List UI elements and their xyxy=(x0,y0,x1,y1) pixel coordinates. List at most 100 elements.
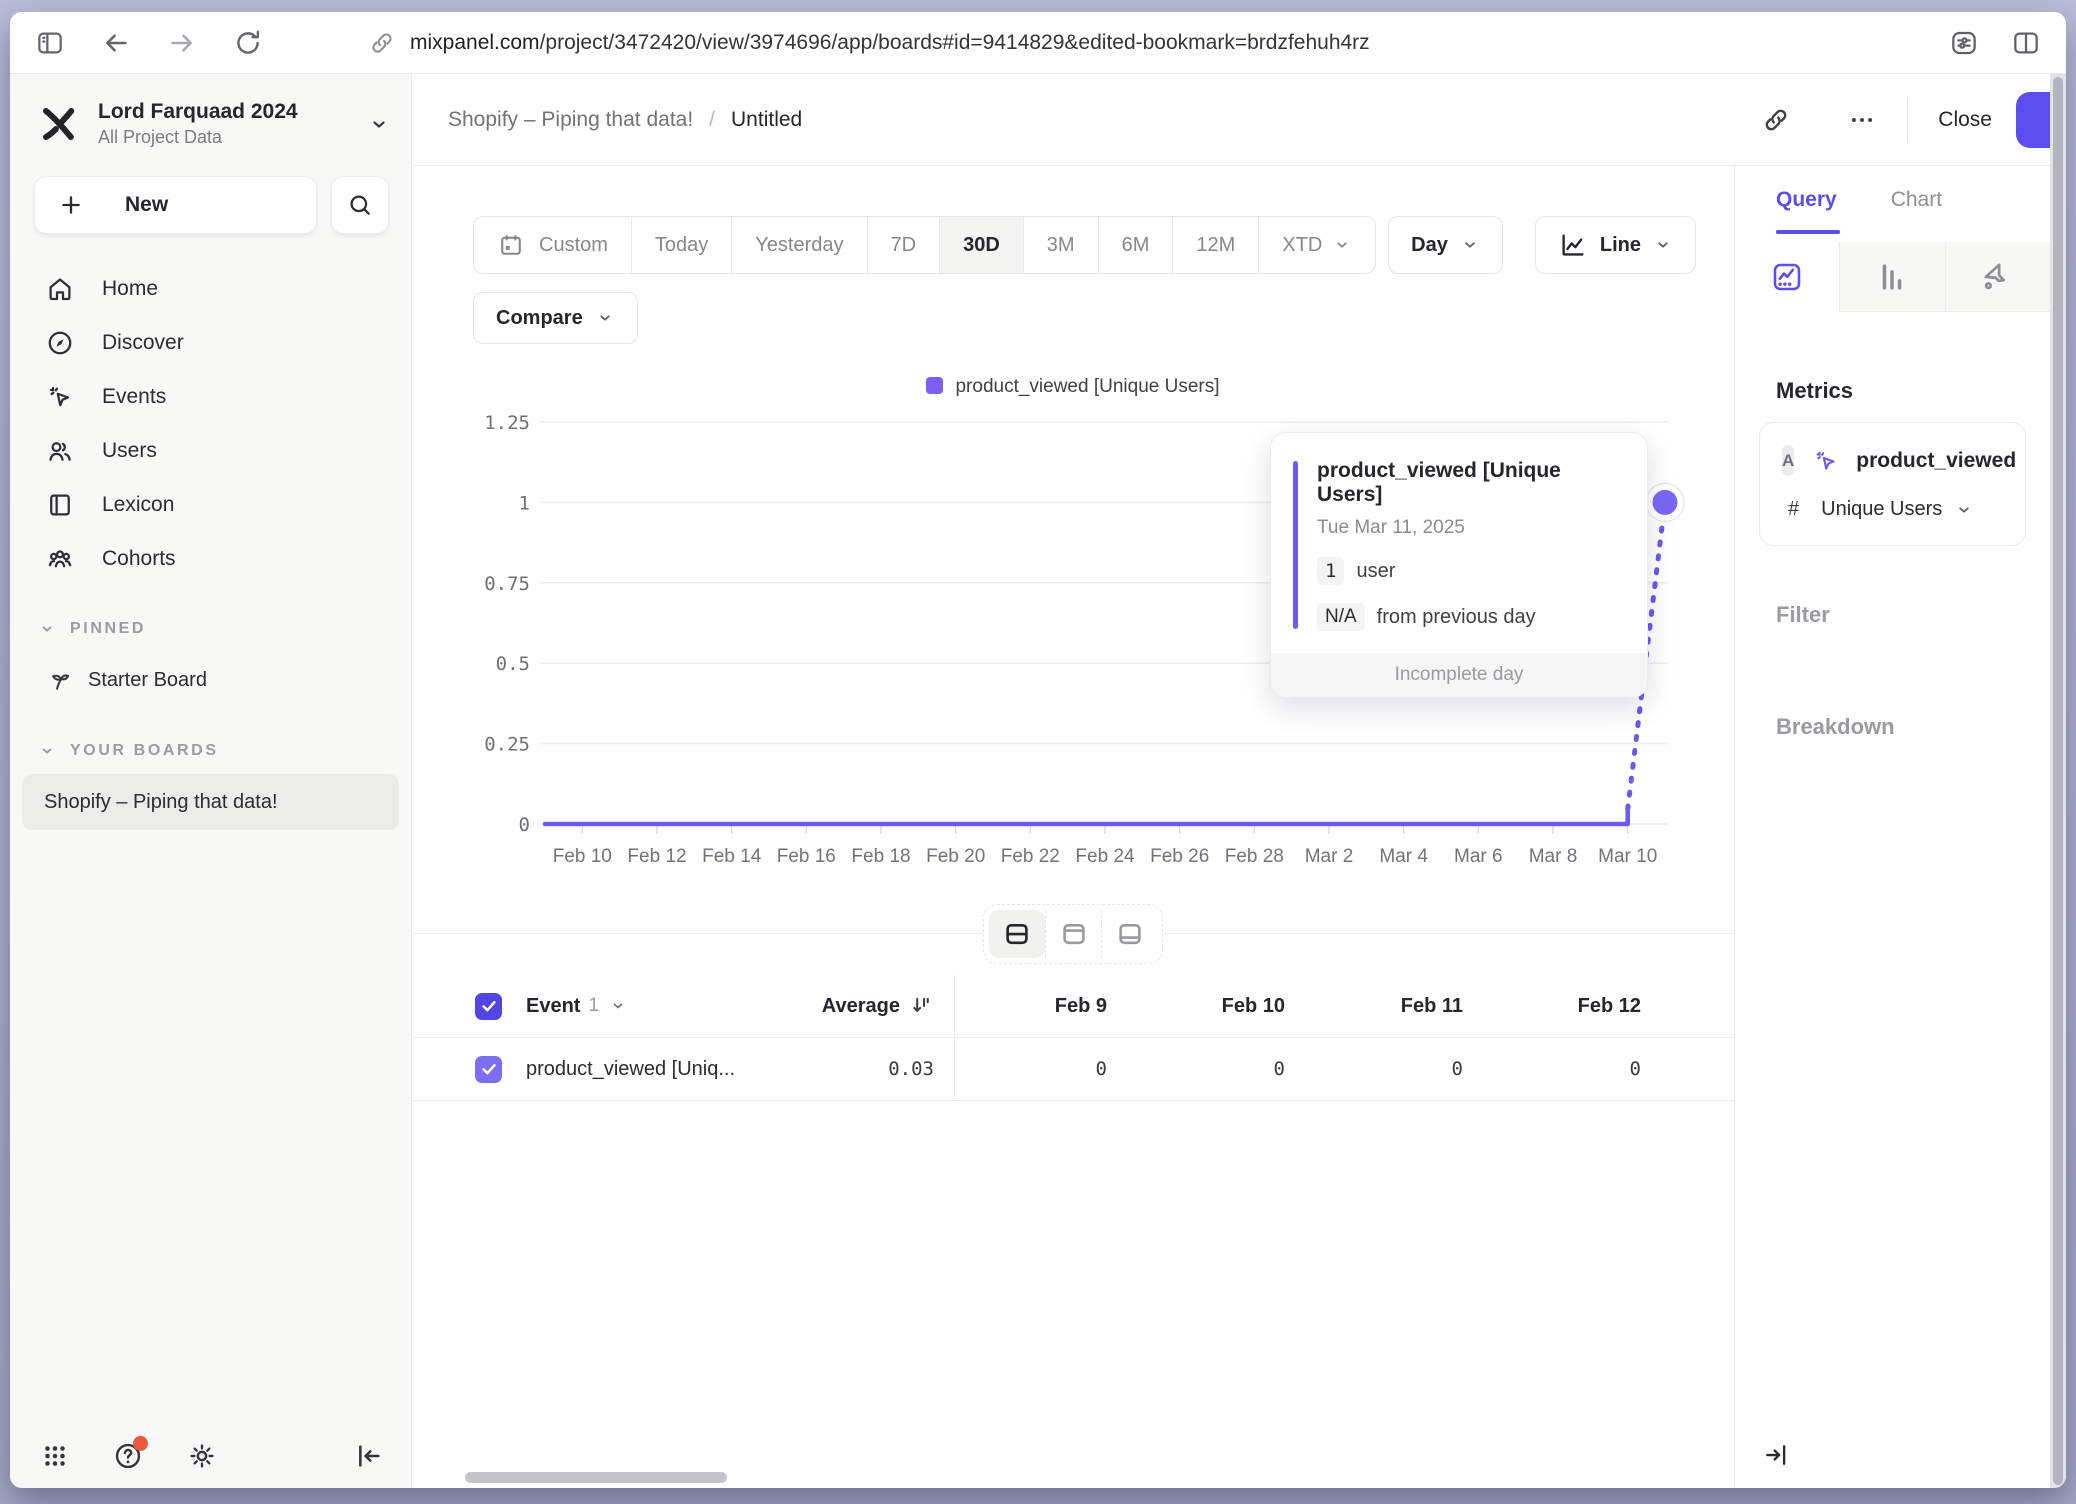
date-range-yesterday[interactable]: Yesterday xyxy=(731,217,866,273)
collapse-sidebar-icon[interactable] xyxy=(353,1440,385,1472)
flows-tab-icon[interactable] xyxy=(1945,242,2050,311)
compass-icon xyxy=(44,328,76,358)
date-range-xtd[interactable]: XTD xyxy=(1258,217,1375,273)
content: Shopify – Piping that data! / Untitled C… xyxy=(412,74,2050,1488)
chevron-down-icon[interactable] xyxy=(609,997,627,1015)
divider xyxy=(1907,98,1908,142)
svg-text:Feb 22: Feb 22 xyxy=(1001,846,1060,867)
close-button[interactable]: Close xyxy=(1938,108,1992,132)
new-button[interactable]: New xyxy=(34,176,317,234)
workspace-switcher[interactable]: Lord Farquaad 2024 All Project Data xyxy=(10,74,411,152)
table-column-header-feb-9[interactable]: Feb 9 xyxy=(955,975,1133,1037)
help-icon[interactable] xyxy=(112,1440,144,1472)
metric-letter-chip: A xyxy=(1782,445,1794,476)
chart-type-dropdown[interactable]: Line xyxy=(1535,216,1696,274)
cursor-click-icon xyxy=(44,382,76,412)
section-header-pinned[interactable]: PINNED xyxy=(10,620,411,638)
url-bar[interactable]: mixpanel.com/project/3472420/view/397469… xyxy=(368,29,1918,57)
metric-event-name: product_viewed xyxy=(1856,449,2016,473)
tab-chart[interactable]: Chart xyxy=(1891,188,1942,212)
date-range-7d[interactable]: 7D xyxy=(867,217,940,273)
date-range-30d[interactable]: 30D xyxy=(939,217,1023,273)
more-options-icon[interactable] xyxy=(1847,105,1877,135)
split-view-icon[interactable] xyxy=(2010,27,2042,59)
layout-split-horizontal-icon[interactable] xyxy=(989,910,1045,958)
select-all-checkbox[interactable] xyxy=(475,993,502,1020)
sidebar-item-lexicon[interactable]: Lexicon xyxy=(10,478,411,532)
compare-dropdown[interactable]: Compare xyxy=(473,292,638,344)
copy-link-icon[interactable] xyxy=(1761,105,1791,135)
sidebar-item-events[interactable]: Events xyxy=(10,370,411,424)
sort-icon[interactable] xyxy=(908,993,934,1019)
reload-icon[interactable] xyxy=(232,27,264,59)
save-button[interactable] xyxy=(2016,92,2050,148)
table-column-header-feb-10[interactable]: Feb 10 xyxy=(1133,975,1311,1037)
vertical-scrollbar-thumb[interactable] xyxy=(2053,77,2063,1485)
sidebar: Lord Farquaad 2024 All Project Data New xyxy=(10,74,412,1488)
table-column-header-feb-11[interactable]: Feb 11 xyxy=(1311,975,1489,1037)
sidebar-item-label: Events xyxy=(102,385,166,409)
granularity-dropdown[interactable]: Day xyxy=(1388,216,1503,274)
plus-icon xyxy=(57,191,85,219)
metrics-section-label: Metrics xyxy=(1776,378,1853,404)
sidebar-item-cohorts[interactable]: Cohorts xyxy=(10,532,411,586)
gear-icon[interactable] xyxy=(186,1440,218,1472)
granularity-value: Day xyxy=(1411,234,1448,257)
vertical-scrollbar[interactable] xyxy=(2050,74,2066,1488)
row-event-name: product_viewed [Uniq... xyxy=(526,1058,735,1081)
horizontal-scrollbar-thumb[interactable] xyxy=(465,1472,727,1483)
event-icon xyxy=(1812,447,1840,475)
calendar-icon xyxy=(497,231,525,259)
layout-bottom-bar-icon[interactable] xyxy=(1101,910,1157,958)
search-icon xyxy=(346,191,374,219)
sidebar-item-discover[interactable]: Discover xyxy=(10,316,411,370)
breadcrumb-separator: / xyxy=(709,108,715,132)
workspace-subtitle: All Project Data xyxy=(98,127,367,148)
tooltip-value: 1 xyxy=(1317,557,1344,585)
date-range-today[interactable]: Today xyxy=(631,217,731,273)
date-range-6m[interactable]: 6M xyxy=(1098,217,1173,273)
board-item-starter-board[interactable]: Starter Board xyxy=(22,652,399,708)
table-header-row: Event 1 Average Feb 9Feb 10Feb 11Feb 1 xyxy=(412,975,1734,1038)
svg-text:Mar 8: Mar 8 xyxy=(1529,846,1578,867)
page-settings-icon[interactable] xyxy=(1948,27,1980,59)
browser-sidebar-toggle-icon[interactable] xyxy=(34,27,66,59)
date-range-control: CustomTodayYesterday7D30D3M6M12MXTD xyxy=(473,216,1376,274)
date-range-custom[interactable]: Custom xyxy=(474,217,631,273)
date-range-3m[interactable]: 3M xyxy=(1023,217,1098,273)
chart-tooltip: product_viewed [Unique Users] Tue Mar 11… xyxy=(1270,432,1648,698)
layout-top-bar-icon[interactable] xyxy=(1045,910,1101,958)
section-header-your-boards[interactable]: YOUR BOARDS xyxy=(10,742,411,760)
tab-query[interactable]: Query xyxy=(1776,188,1837,212)
average-column-header[interactable]: Average xyxy=(822,995,900,1018)
mixpanel-logo-icon xyxy=(36,101,82,147)
sidebar-item-label: Lexicon xyxy=(102,493,174,517)
sidebar-item-home[interactable]: Home xyxy=(10,262,411,316)
svg-text:0.5: 0.5 xyxy=(496,653,530,675)
filter-section-label: Filter xyxy=(1776,602,1830,628)
search-button[interactable] xyxy=(331,176,389,234)
table-column-header-feb-12[interactable]: Feb 12 xyxy=(1489,975,1667,1037)
breadcrumb-board[interactable]: Shopify – Piping that data! xyxy=(448,108,693,132)
breadcrumb-report-title[interactable]: Untitled xyxy=(731,108,802,132)
back-icon[interactable] xyxy=(100,27,132,59)
apps-grid-icon[interactable] xyxy=(40,1441,70,1471)
sprout-icon xyxy=(44,666,72,694)
date-range-12m[interactable]: 12M xyxy=(1172,217,1258,273)
event-column-header[interactable]: Event xyxy=(526,995,580,1018)
table-cell: 0 xyxy=(1133,1038,1311,1100)
board-item-shopify-piping-that-data[interactable]: Shopify – Piping that data! xyxy=(22,774,399,830)
workspace-name: Lord Farquaad 2024 xyxy=(98,100,367,124)
chart-type-value: Line xyxy=(1600,234,1641,257)
sidebar-item-users[interactable]: Users xyxy=(10,424,411,478)
forward-icon[interactable] xyxy=(166,27,198,59)
collapse-panel-icon[interactable] xyxy=(1761,1440,1791,1470)
svg-text:Feb 12: Feb 12 xyxy=(627,846,686,867)
insights-tab-icon[interactable] xyxy=(1735,242,1839,312)
funnels-tab-icon[interactable] xyxy=(1839,242,1944,311)
row-checkbox[interactable] xyxy=(475,1056,502,1083)
aggregation-dropdown[interactable]: # Unique Users xyxy=(1782,498,2003,521)
chevron-down-icon xyxy=(38,742,56,760)
metric-card[interactable]: A product_viewed # Unique Users xyxy=(1759,422,2026,546)
chevron-down-icon xyxy=(367,112,391,136)
